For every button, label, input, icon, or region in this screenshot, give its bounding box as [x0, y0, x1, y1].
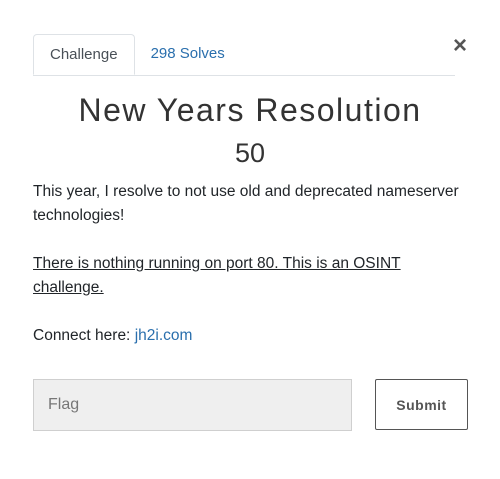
challenge-tabs: Challenge 298 Solves — [33, 34, 455, 76]
challenge-modal: × Challenge 298 Solves New Years Resolut… — [0, 0, 500, 479]
tab-challenge[interactable]: Challenge — [33, 34, 135, 75]
submit-button[interactable]: Submit — [375, 379, 468, 430]
challenge-description: This year, I resolve to not use old and … — [33, 180, 473, 372]
connect-link[interactable]: jh2i.com — [135, 327, 193, 344]
tab-solves[interactable]: 298 Solves — [135, 34, 241, 74]
flag-input[interactable] — [33, 379, 352, 431]
connect-line: Connect here: jh2i.com — [33, 324, 473, 348]
challenge-title: New Years Resolution — [78, 92, 422, 128]
description-text: This year, I resolve to not use old and … — [33, 183, 459, 224]
description-note: There is nothing running on port 80. Thi… — [33, 255, 401, 296]
connect-label: Connect here: — [33, 327, 135, 344]
challenge-value: 50 — [234, 138, 266, 168]
